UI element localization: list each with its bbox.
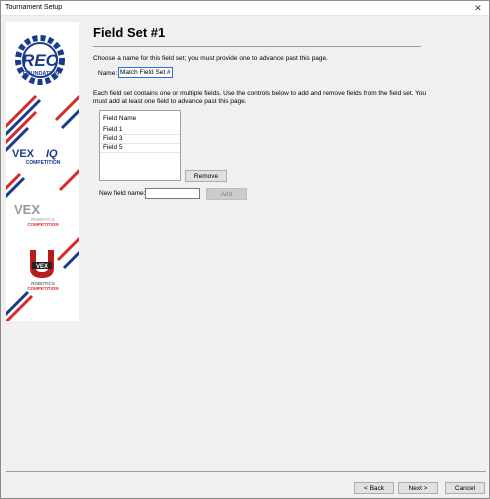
title-bar: Tournament Setup ✕ bbox=[1, 1, 489, 16]
vex-robotics-line2: COMPETITION bbox=[27, 222, 58, 227]
back-button[interactable]: < Back bbox=[354, 482, 394, 494]
list-item[interactable]: Field 5 bbox=[100, 144, 180, 153]
footer-divider bbox=[6, 471, 486, 472]
close-button[interactable]: ✕ bbox=[467, 1, 489, 15]
vex-u-u-text: U bbox=[40, 254, 44, 260]
vex-iq-sub-text: COMPETITION bbox=[26, 160, 61, 166]
new-field-label: New field name: bbox=[99, 190, 146, 197]
tournament-setup-window: Tournament Setup ✕ REC FOUNDATION VEX IQ… bbox=[0, 0, 490, 499]
vex-u-vex-text: VEX bbox=[36, 264, 48, 270]
side-banner-art: REC FOUNDATION VEX IQ COMPETITION VEX RO… bbox=[6, 35, 79, 321]
rec-logo-text: REC bbox=[22, 51, 59, 70]
next-button[interactable]: Next > bbox=[398, 482, 438, 494]
side-banner: REC FOUNDATION VEX IQ COMPETITION VEX RO… bbox=[6, 22, 79, 321]
intro-text: Choose a name for this field set; you mu… bbox=[93, 55, 328, 62]
title-divider bbox=[93, 46, 421, 47]
remove-button[interactable]: Remove bbox=[185, 170, 227, 182]
vex-robotics-vex-text: VEX bbox=[14, 202, 40, 217]
rec-foundation-text: FOUNDATION bbox=[23, 71, 59, 77]
list-item[interactable]: Field 1 bbox=[100, 126, 180, 135]
vex-iq-vex-text: VEX bbox=[12, 148, 35, 160]
add-button[interactable]: Add bbox=[206, 188, 247, 200]
window-title: Tournament Setup bbox=[5, 4, 63, 11]
cancel-button[interactable]: Cancel bbox=[445, 482, 485, 494]
name-label: Name: bbox=[98, 70, 118, 77]
field-set-name-input[interactable] bbox=[118, 67, 173, 78]
vex-iq-iq-text: IQ bbox=[46, 148, 58, 160]
decorative-stripes bbox=[6, 94, 79, 153]
close-icon: ✕ bbox=[474, 2, 482, 13]
vex-u-line2: COMPETITION bbox=[27, 286, 58, 291]
page-title: Field Set #1 bbox=[93, 25, 166, 40]
field-list[interactable]: Field Name Field 1 Field 3 Field 5 bbox=[99, 110, 181, 181]
new-field-name-input[interactable] bbox=[145, 188, 200, 199]
field-list-header: Field Name bbox=[103, 115, 137, 122]
description-text: Each field set contains one or multiple … bbox=[93, 90, 427, 105]
list-item[interactable]: Field 3 bbox=[100, 135, 180, 144]
